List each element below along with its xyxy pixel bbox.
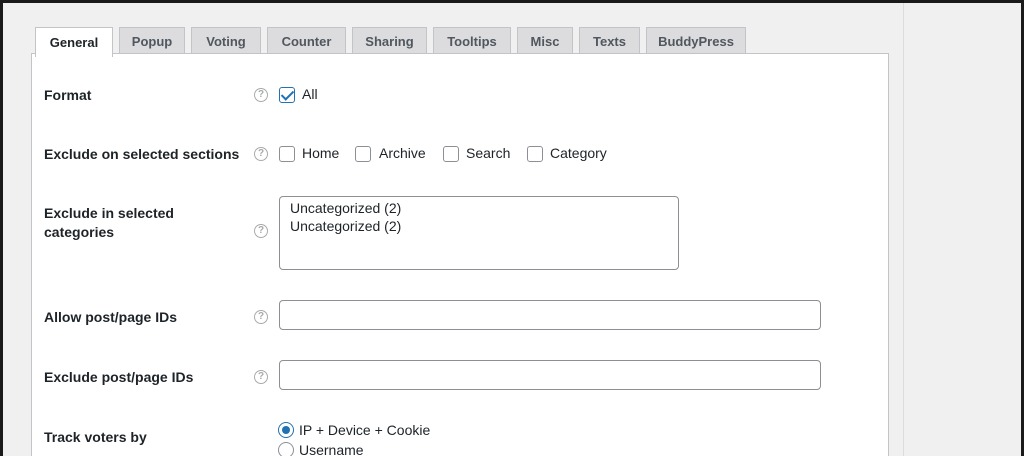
right-sidebar [903, 3, 1021, 456]
app-frame: General Popup Voting Counter Sharing Too… [3, 3, 1021, 456]
list-item[interactable]: Uncategorized (2) [290, 217, 668, 235]
tab-popup[interactable]: Popup [119, 27, 185, 55]
section-archive-label: Archive [379, 145, 426, 161]
section-archive-checkbox[interactable] [355, 146, 371, 162]
tab-voting[interactable]: Voting [191, 27, 261, 55]
exclude-ids-label: Exclude post/page IDs [44, 369, 194, 385]
track-voters-label: Track voters by [44, 429, 147, 445]
exclude-categories-label-line2: categories [44, 224, 115, 240]
tab-tooltips[interactable]: Tooltips [433, 27, 511, 55]
track-username-radio[interactable] [278, 442, 294, 456]
section-category-checkbox[interactable] [527, 146, 543, 162]
exclude-ids-input[interactable] [279, 360, 821, 390]
section-home-label: Home [302, 145, 340, 161]
exclude-sections-label: Exclude on selected sections [44, 146, 240, 162]
section-search-label: Search [466, 145, 511, 161]
exclude-categories-label-line1: Exclude in selected [44, 205, 174, 221]
allow-ids-label: Allow post/page IDs [44, 309, 178, 325]
tab-buddypress[interactable]: BuddyPress [646, 27, 746, 55]
tab-general[interactable]: General [35, 27, 113, 57]
help-icon[interactable]: ? [254, 224, 268, 238]
tab-counter[interactable]: Counter [267, 27, 346, 55]
track-ip-device-cookie-label: IP + Device + Cookie [299, 422, 431, 438]
track-ip-device-cookie-radio[interactable] [278, 422, 294, 438]
general-settings-panel: Format ? All Exclude on selected section… [31, 53, 889, 456]
help-icon[interactable]: ? [254, 370, 268, 384]
tab-sharing[interactable]: Sharing [352, 27, 427, 55]
exclude-categories-label: Exclude in selected categories [44, 204, 174, 242]
section-category-label: Category [550, 145, 607, 161]
tab-texts[interactable]: Texts [579, 27, 640, 55]
format-label: Format [44, 87, 92, 103]
settings-page: General Popup Voting Counter Sharing Too… [3, 3, 903, 456]
tab-misc[interactable]: Misc [517, 27, 573, 55]
help-icon[interactable]: ? [254, 310, 268, 324]
format-all-checkbox[interactable] [279, 87, 295, 103]
categories-listbox[interactable]: Uncategorized (2) Uncategorized (2) [279, 196, 679, 270]
section-home-checkbox[interactable] [279, 146, 295, 162]
section-search-checkbox[interactable] [443, 146, 459, 162]
help-icon[interactable]: ? [254, 88, 268, 102]
list-item[interactable]: Uncategorized (2) [290, 199, 668, 217]
track-username-label: Username [299, 442, 364, 456]
help-icon[interactable]: ? [254, 147, 268, 161]
allow-ids-input[interactable] [279, 300, 821, 330]
format-all-label: All [302, 86, 318, 102]
